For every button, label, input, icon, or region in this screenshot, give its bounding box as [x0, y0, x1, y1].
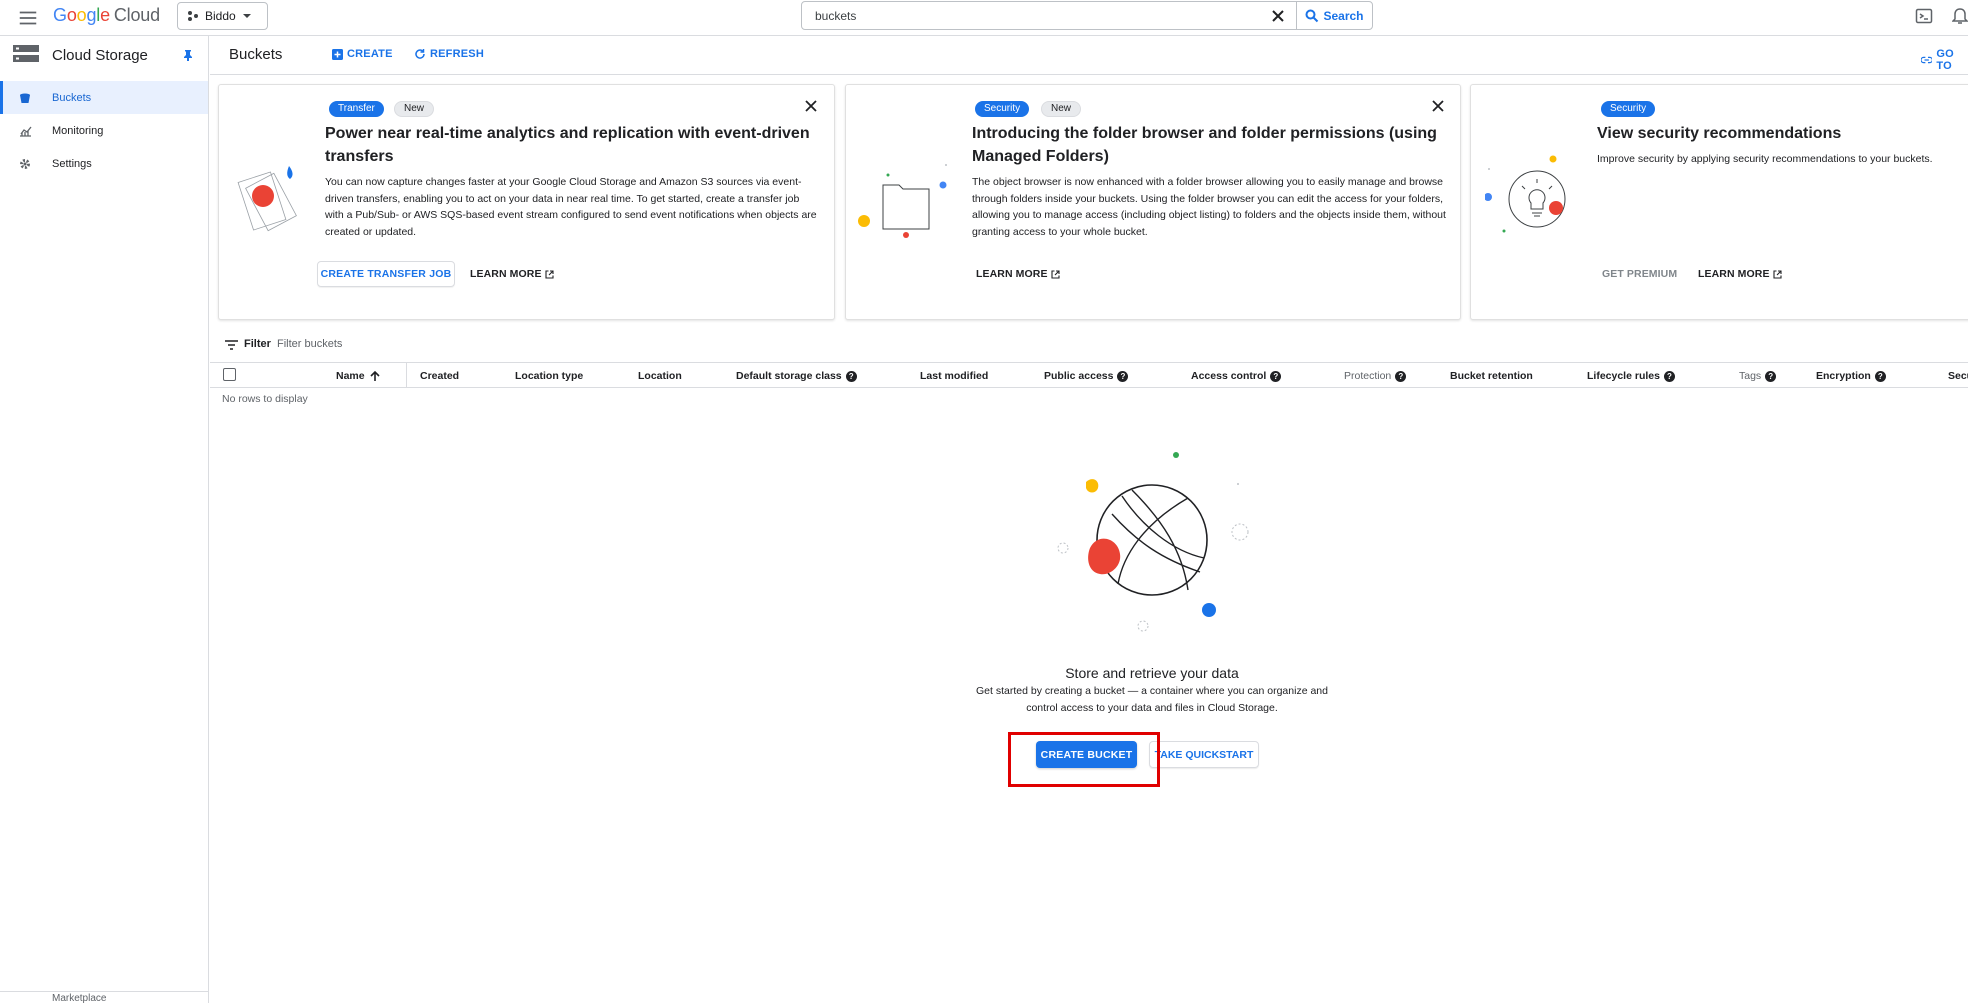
product-title: Cloud Storage	[52, 47, 148, 64]
pin-icon[interactable]	[183, 49, 193, 61]
take-quickstart-button[interactable]: TAKE QUICKSTART	[1149, 741, 1259, 768]
chart-icon	[20, 126, 32, 137]
learn-more-link[interactable]: LEARN MORE	[976, 268, 1060, 280]
search-button[interactable]: Search	[1296, 1, 1373, 30]
external-link-icon	[1051, 269, 1060, 279]
card-body: The object browser is now enhanced with …	[972, 176, 1446, 238]
search-value: buckets	[815, 8, 857, 23]
refresh-icon	[415, 49, 425, 59]
chip-new: New	[1041, 101, 1082, 117]
column-bucket-retention[interactable]: Bucket retention	[1450, 370, 1533, 382]
search-input[interactable]: buckets	[801, 1, 1297, 30]
help-icon[interactable]: ?	[1874, 370, 1886, 382]
google-cloud-logo[interactable]: Google Cloud	[53, 5, 160, 26]
sidebar-item-label: Monitoring	[52, 124, 104, 137]
help-icon[interactable]: ?	[1663, 370, 1675, 382]
header-divider	[210, 74, 1968, 75]
column-location-type[interactable]: Location type	[515, 370, 583, 382]
card-title: Introducing the folder browser and folde…	[972, 125, 1437, 165]
sidebar-item-monitoring[interactable]: Monitoring	[0, 114, 208, 147]
nav-bottom: Marketplace	[0, 991, 208, 1004]
clear-icon[interactable]	[1270, 8, 1286, 24]
column-lifecycle-rules[interactable]: Lifecycle rules?	[1587, 370, 1675, 382]
column-last-modified[interactable]: Last modified	[920, 370, 988, 382]
help-icon[interactable]: ?	[1270, 370, 1282, 382]
nav-header: Cloud Storage	[0, 36, 208, 73]
search-icon	[1305, 9, 1319, 22]
column-protection[interactable]: Protection?	[1344, 370, 1407, 382]
chip-security: Security	[975, 101, 1030, 117]
bucket-icon	[20, 93, 30, 103]
chevron-down-icon	[242, 14, 251, 18]
card-body: You can now capture changes faster at yo…	[325, 176, 817, 238]
column-name[interactable]: Name	[336, 370, 381, 382]
sidebar-item-settings[interactable]: Settings	[0, 147, 208, 180]
card-title: Power near real-time analytics and repli…	[325, 125, 810, 165]
close-icon[interactable]	[1431, 99, 1445, 113]
cloud-shell-icon[interactable]	[1915, 7, 1933, 25]
empty-state-title: Store and retrieve your data	[1065, 665, 1239, 681]
folder-illustration	[858, 164, 947, 238]
refresh-button[interactable]: REFRESH	[414, 48, 484, 60]
security-recommendations-card: Security View security recommendations I…	[1470, 84, 1968, 320]
goto-link[interactable]: GO TO	[1921, 48, 1968, 72]
lightbulb-illustration	[1485, 155, 1566, 233]
filter-label: Filter	[244, 338, 271, 350]
column-public-access[interactable]: Public access?	[1044, 370, 1129, 382]
sidebar-item-buckets[interactable]: Buckets	[0, 81, 208, 114]
side-nav: Cloud Storage Buckets Monitoring Setting…	[0, 36, 209, 1004]
column-location[interactable]: Location	[638, 370, 682, 382]
filter-input[interactable]: Filter buckets	[277, 338, 342, 350]
filter-bar[interactable]: Filter Filter buckets	[210, 334, 1968, 358]
add-box-icon	[332, 48, 343, 60]
close-icon[interactable]	[804, 99, 818, 113]
column-default-storage-class[interactable]: Default storage class?	[736, 370, 857, 382]
top-bar: Google Cloud Biddo buckets Search	[0, 0, 1968, 36]
filter-icon	[225, 340, 238, 350]
storage-icon	[13, 45, 39, 62]
external-link-icon	[545, 269, 554, 279]
transfer-illustration	[237, 166, 297, 232]
bucket-globe-illustration	[1057, 452, 1249, 632]
menu-icon[interactable]	[17, 7, 39, 29]
empty-table-message: No rows to display	[222, 393, 308, 405]
table-header: Name Created Location type Location Defa…	[210, 362, 1968, 388]
empty-state-description: Get started by creating a bucket — a con…	[976, 685, 1328, 714]
highlight-box	[1008, 732, 1160, 787]
chip-new: New	[394, 101, 435, 117]
learn-more-link[interactable]: LEARN MORE	[470, 268, 554, 280]
help-icon[interactable]: ?	[1765, 370, 1777, 382]
create-button[interactable]: CREATE	[332, 48, 393, 60]
help-icon[interactable]: ?	[1117, 370, 1129, 382]
select-all-checkbox[interactable]	[223, 368, 236, 381]
project-icon	[188, 11, 198, 21]
column-encryption[interactable]: Encryption?	[1816, 370, 1886, 382]
create-transfer-job-button[interactable]: CREATE TRANSFER JOB	[317, 261, 455, 287]
project-picker[interactable]: Biddo	[177, 2, 268, 30]
column-tags[interactable]: Tags?	[1739, 370, 1777, 382]
external-link-icon	[1773, 269, 1782, 279]
link-icon	[1921, 56, 1933, 64]
column-security[interactable]: Secu	[1948, 370, 1968, 382]
learn-more-link[interactable]: LEARN MORE	[1698, 268, 1782, 280]
card-title: View security recommendations	[1597, 125, 1842, 142]
help-icon[interactable]: ?	[1395, 370, 1407, 382]
chip-security: Security	[1601, 101, 1656, 117]
folder-browser-promo-card: Security New Introducing the folder brow…	[845, 84, 1461, 320]
sidebar-item-label: Settings	[52, 157, 92, 170]
card-body: Improve security by applying security re…	[1597, 153, 1933, 165]
page-title: Buckets	[229, 46, 283, 63]
sidebar-item-label: Buckets	[52, 91, 92, 104]
chip-transfer: Transfer	[329, 101, 384, 117]
column-created[interactable]: Created	[420, 370, 459, 382]
column-access-control[interactable]: Access control?	[1191, 370, 1282, 382]
arrow-up-icon	[370, 370, 380, 381]
get-premium-button[interactable]: GET PREMIUM	[1602, 268, 1677, 280]
project-name: Biddo	[205, 9, 236, 23]
help-icon[interactable]: ?	[845, 370, 857, 382]
transfer-promo-card: Transfer New Power near real-time analyt…	[218, 84, 835, 320]
column-divider	[406, 363, 407, 387]
bell-icon[interactable]	[1952, 7, 1968, 25]
gear-icon	[20, 158, 30, 169]
